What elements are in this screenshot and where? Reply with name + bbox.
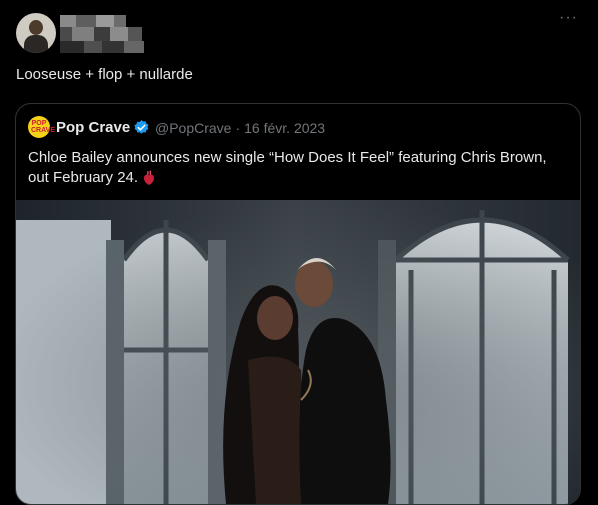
quote-author-handle[interactable]: @PopCrave xyxy=(155,120,231,136)
quoted-tweet-card[interactable]: POP CRAVE Pop Crave @PopCrave · 16 févr. 2… xyxy=(15,103,581,505)
more-options-icon[interactable]: ··· xyxy=(559,10,578,26)
user-avatar[interactable] xyxy=(16,13,56,53)
avatar-body-shape xyxy=(24,35,48,53)
verified-badge-icon xyxy=(134,120,149,134)
quote-text: Chloe Bailey announces new single “How D… xyxy=(28,148,558,188)
quote-meta: @PopCrave · 16 févr. 2023 xyxy=(155,120,325,136)
popcrave-avatar[interactable]: POP CRAVE xyxy=(28,116,55,138)
quote-author-name[interactable]: Pop Crave xyxy=(56,119,130,136)
anatomical-heart-icon xyxy=(144,170,155,186)
meta-separator: · xyxy=(235,120,241,136)
avatar-head-shape xyxy=(29,20,43,35)
quote-text-body: Chloe Bailey announces new single “How D… xyxy=(28,149,547,186)
quote-media-image[interactable] xyxy=(16,200,580,504)
popcrave-logo-text: POP CRAVE xyxy=(31,120,55,134)
quote-date[interactable]: 16 févr. 2023 xyxy=(244,120,325,136)
tweet-text: Looseuse + flop + nullarde xyxy=(16,66,193,83)
